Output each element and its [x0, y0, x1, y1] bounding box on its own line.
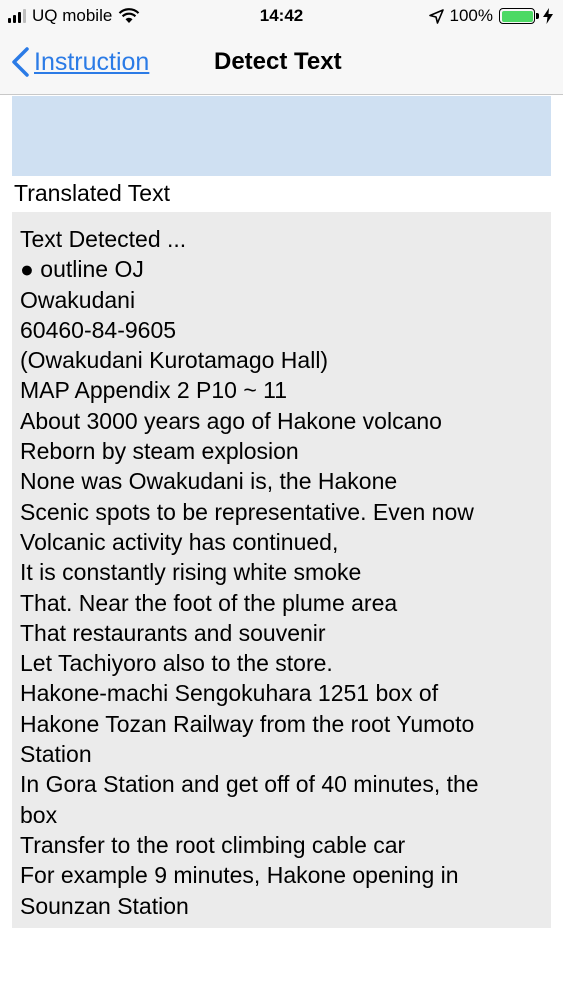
translated-line: (Owakudani Kurotamago Hall) [20, 347, 329, 374]
translated-line: Reborn by steam explosion [20, 438, 299, 465]
translated-line: That. Near the foot of the plume area [20, 589, 398, 616]
location-arrow-icon [428, 8, 444, 24]
translated-line: box [20, 801, 58, 828]
translated-line: MAP Appendix 2 P10 ~ 11 [20, 377, 288, 404]
translated-line: Scenic spots to be representative. Even … [20, 498, 474, 525]
translated-line: Let Tachiyoro also to the store. [20, 650, 333, 677]
translated-line: 60460-84-9605 [20, 316, 177, 343]
translated-text-box[interactable]: Text Detected ... ● outline OJ Owakudani 60… [12, 212, 551, 928]
battery-percent: 100% [449, 6, 493, 25]
translated-line: Hakone-machi Sengokuhara 1251 box of [20, 680, 439, 707]
translated-line: Station [20, 741, 92, 768]
charging-bolt-icon [543, 8, 553, 24]
translated-line: It is constantly rising white smoke [20, 559, 362, 586]
translated-line: About 3000 years ago of Hakone volcano [20, 407, 442, 434]
battery-icon [499, 8, 539, 24]
page-title: Detect Text [214, 48, 342, 75]
navigation-bar: Instruction Detect Text [0, 32, 563, 95]
translated-line: Sounzan Station [20, 892, 189, 919]
chevron-left-icon [12, 47, 29, 77]
translated-line: ● outline OJ [20, 256, 144, 283]
detected-text-box[interactable] [12, 96, 551, 176]
translated-line: Volcanic activity has continued, [20, 528, 339, 555]
status-right: 100% [428, 6, 553, 26]
translated-line: Owakudani [20, 286, 136, 313]
translated-line: That restaurants and souvenir [20, 619, 326, 646]
status-bar: UQ mobile 14:42 100% [0, 0, 563, 32]
translated-text-label: Translated Text [14, 180, 170, 206]
back-button-label: Instruction [34, 47, 150, 76]
translated-line: In Gora Station and get off of 40 minute… [20, 771, 479, 798]
translated-line: Text Detected ... [20, 226, 187, 252]
back-button[interactable]: Instruction [10, 46, 149, 78]
translated-line: None was Owakudani is, the Hakone [20, 468, 398, 495]
translated-line: For example 9 minutes, Hakone opening in [20, 862, 459, 889]
translated-line: Transfer to the root climbing cable car [20, 831, 406, 858]
translated-line: Hakone Tozan Railway from the root Yumot… [20, 710, 475, 737]
